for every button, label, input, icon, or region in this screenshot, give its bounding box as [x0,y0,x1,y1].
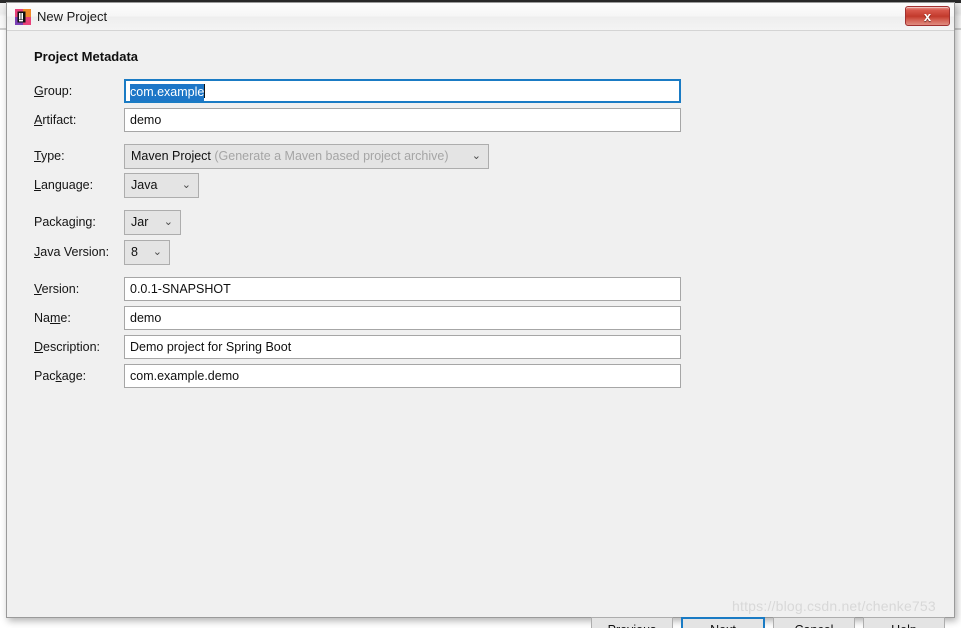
name-input[interactable]: demo [124,306,681,330]
label-group: Group: [34,84,73,98]
dialog-title: New Project [37,9,108,24]
group-input[interactable]: com.example [124,79,681,103]
package-input-value: com.example.demo [130,369,240,383]
chevron-down-icon: ⌄ [471,150,481,162]
intellij-idea-icon [15,9,31,25]
label-language: Language: [34,178,94,192]
language-combobox-value: Java [131,178,158,192]
screen: New Project x Project Metadata Group: co… [0,0,961,628]
label-name: Name: [34,311,71,325]
java-version-combobox-value: 8 [131,245,138,259]
type-combobox-value: Maven Project [131,149,211,163]
java-version-combobox[interactable]: 8 ⌄ [124,240,170,265]
description-input[interactable]: Demo project for Spring Boot [124,335,681,359]
cancel-button[interactable]: Cancel [773,617,855,628]
artifact-input[interactable]: demo [124,108,681,132]
label-java-version: Java Version: [34,245,110,259]
close-icon: x [923,8,932,24]
artifact-input-value: demo [130,113,162,127]
package-input[interactable]: com.example.demo [124,364,681,388]
type-combobox-hint: (Generate a Maven based project archive) [210,149,449,163]
version-input[interactable]: 0.0.1-SNAPSHOT [124,277,681,301]
chevron-down-icon: ⌄ [152,246,162,258]
previous-button[interactable]: Previous [591,617,673,628]
close-button[interactable]: x [905,6,950,26]
dialog-body: Project Metadata Group: com.example Arti… [7,31,954,628]
new-project-dialog: New Project x Project Metadata Group: co… [6,2,955,628]
name-input-value: demo [130,311,162,325]
chevron-down-icon: ⌄ [181,179,191,191]
label-description: Description: [34,340,101,354]
cancel-button-label: Cancel [795,623,834,628]
chevron-down-icon: ⌄ [163,216,173,228]
label-packaging: Packaging: [34,215,96,229]
help-button-label: Help [891,623,917,628]
label-version: Version: [34,282,80,296]
label-artifact: Artifact: [34,113,77,127]
packaging-combobox-value: Jar [131,215,149,229]
packaging-combobox[interactable]: Jar ⌄ [124,210,181,235]
label-type: Type: [34,149,65,163]
text-caret [204,84,206,98]
description-input-value: Demo project for Spring Boot [130,340,292,354]
dialog-titlebar: New Project x [7,3,954,31]
language-combobox[interactable]: Java ⌄ [124,173,199,198]
group-input-value: com.example [130,84,205,101]
section-title: Project Metadata [34,49,139,64]
version-input-value: 0.0.1-SNAPSHOT [130,282,231,296]
type-combobox[interactable]: Maven Project (Generate a Maven based pr… [124,144,489,169]
label-package: Package: [34,369,87,383]
next-button[interactable]: Next [681,617,765,628]
help-button[interactable]: Help [863,617,945,628]
